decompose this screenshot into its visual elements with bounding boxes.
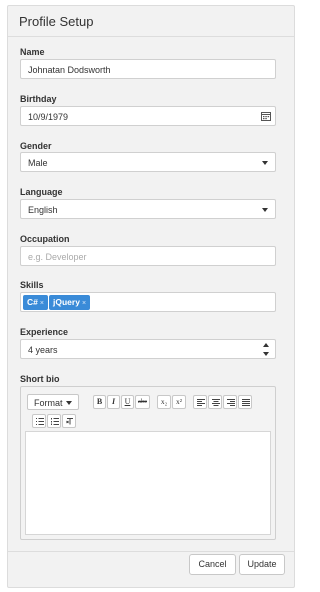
tag-remove-icon[interactable]: × (82, 300, 86, 307)
bold-button[interactable]: B (93, 395, 106, 409)
birthday-input[interactable]: 10/9/1979 (20, 106, 276, 126)
experience-label: Experience (20, 327, 69, 337)
chevron-down-icon (66, 401, 72, 405)
gender-label: Gender (20, 141, 52, 151)
chevron-down-icon (262, 208, 268, 212)
subscript-button[interactable]: x₂ (157, 395, 171, 409)
bio-editor: Format B I U abc x₂ x² (20, 386, 276, 540)
occupation-label: Occupation (20, 234, 70, 244)
experience-stepper[interactable]: 4 years (20, 339, 276, 359)
language-value: English (28, 205, 58, 215)
occupation-placeholder: e.g. Developer (28, 252, 87, 262)
numbered-list-icon (51, 418, 59, 425)
align-center-button[interactable] (208, 395, 222, 409)
occupation-input[interactable]: e.g. Developer (20, 246, 276, 266)
align-left-icon (197, 399, 205, 406)
name-input[interactable]: Johnatan Dodsworth (20, 59, 276, 79)
strikethrough-button[interactable]: abc (135, 395, 150, 409)
language-select[interactable]: English (20, 199, 276, 219)
bullet-list-button[interactable] (32, 414, 46, 428)
chevron-down-icon (262, 161, 268, 165)
skills-label: Skills (20, 280, 44, 290)
skill-tag[interactable]: jQuery × (49, 295, 91, 310)
bio-label: Short bio (20, 374, 60, 384)
language-label: Language (20, 187, 63, 197)
title-divider (8, 36, 294, 37)
birthday-value: 10/9/1979 (28, 112, 69, 122)
align-center-icon (212, 399, 220, 406)
gender-select[interactable]: Male (20, 152, 276, 172)
superscript-button[interactable]: x² (172, 395, 186, 409)
skill-tag-label: jQuery (53, 297, 80, 307)
align-left-button[interactable] (193, 395, 207, 409)
tag-remove-icon[interactable]: × (40, 300, 44, 307)
update-button[interactable]: Update (239, 554, 285, 575)
clear-format-icon (66, 418, 73, 425)
birthday-label: Birthday (20, 94, 57, 104)
spinner-up-icon[interactable] (263, 343, 269, 347)
clear-format-button[interactable] (62, 414, 76, 428)
calendar-icon[interactable] (260, 110, 272, 122)
align-justify-icon (242, 399, 250, 406)
name-label: Name (20, 47, 45, 57)
align-right-button[interactable] (223, 395, 237, 409)
align-justify-button[interactable] (238, 395, 252, 409)
skills-tag-input[interactable]: C# × jQuery × (20, 292, 276, 312)
bio-textarea[interactable] (25, 431, 271, 535)
panel-title: Profile Setup (19, 14, 94, 29)
gender-value: Male (28, 158, 48, 168)
format-dropdown[interactable]: Format (27, 394, 79, 410)
format-label: Format (34, 398, 63, 408)
experience-value: 4 years (28, 345, 58, 355)
underline-button[interactable]: U (121, 395, 134, 409)
bullet-list-icon (36, 418, 44, 425)
cancel-button[interactable]: Cancel (189, 554, 236, 575)
numbered-list-button[interactable] (47, 414, 61, 428)
spinner-icon[interactable] (263, 343, 269, 356)
italic-button[interactable]: I (107, 395, 120, 409)
align-right-icon (227, 399, 235, 406)
spinner-down-icon[interactable] (263, 352, 269, 356)
name-value: Johnatan Dodsworth (28, 65, 111, 75)
skill-tag-label: C# (27, 297, 38, 307)
skill-tag[interactable]: C# × (23, 295, 48, 310)
